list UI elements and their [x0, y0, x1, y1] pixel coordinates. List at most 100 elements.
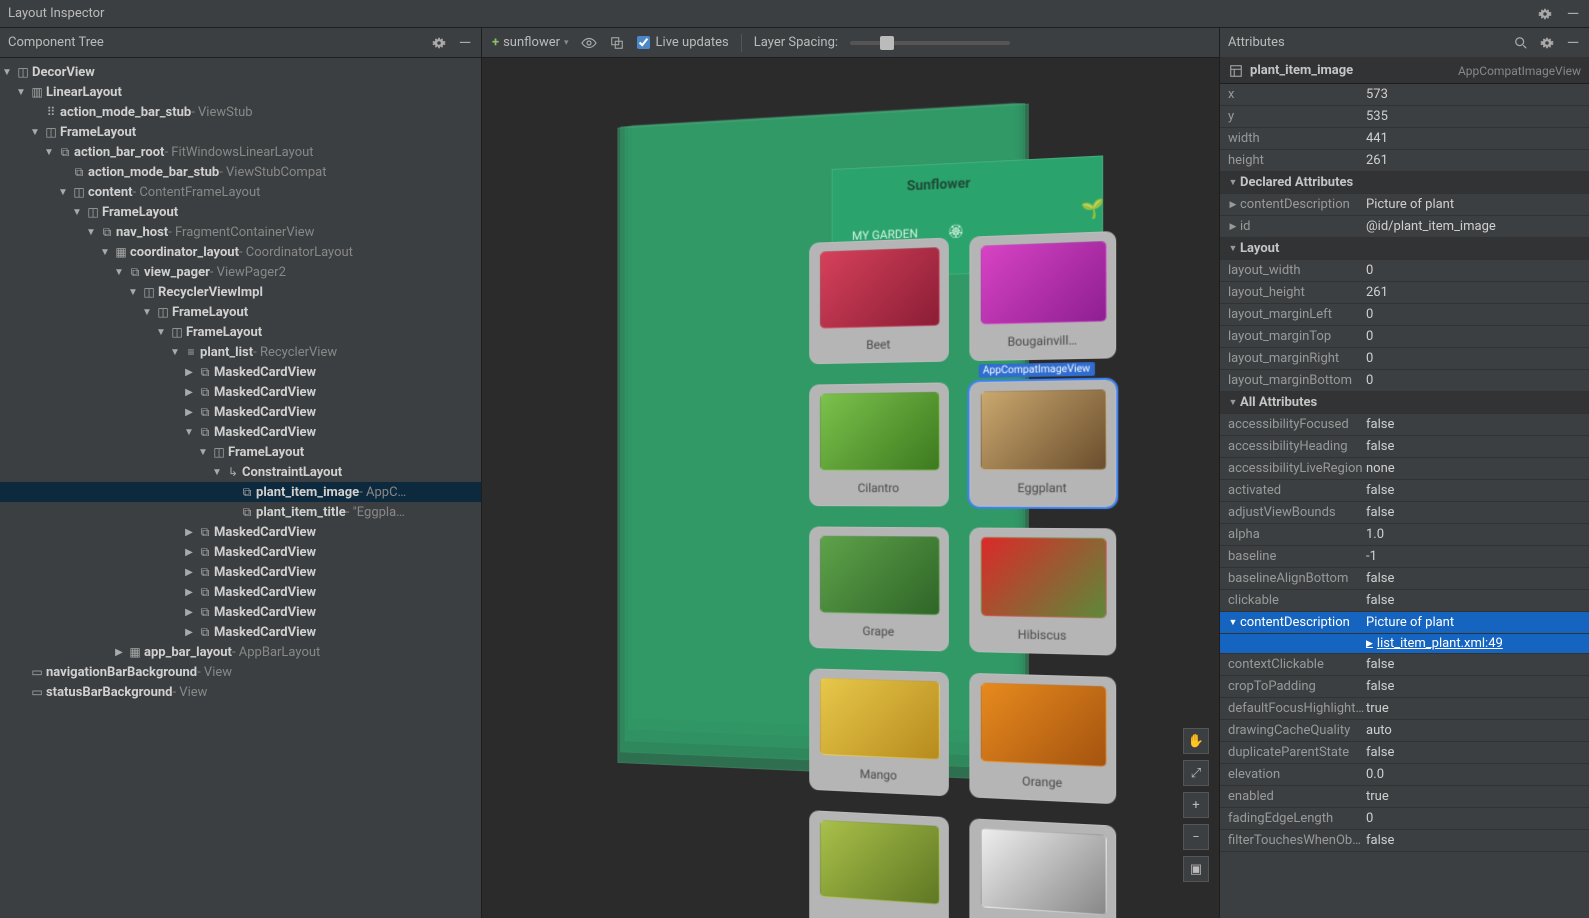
component-tree[interactable]: ▼◫DecorView▼▥LinearLayout⠿action_mode_ba…: [0, 58, 481, 918]
attr-row[interactable]: layout_height261: [1220, 282, 1589, 304]
tree-row[interactable]: ▼≡plant_list - RecyclerView: [0, 342, 481, 362]
minimize-icon[interactable]: —: [1565, 6, 1581, 22]
tree-row[interactable]: ▼◫FrameLayout: [0, 202, 481, 222]
expand-arrow-icon[interactable]: ▼: [168, 347, 182, 358]
tree-row[interactable]: ▶⧉MaskedCardView: [0, 622, 481, 642]
plant-card[interactable]: Bougainvill…: [969, 231, 1116, 361]
tree-row[interactable]: ▼◫FrameLayout: [0, 302, 481, 322]
tree-row[interactable]: ▶⧉MaskedCardView: [0, 542, 481, 562]
expand-arrow-icon[interactable]: ▼: [0, 67, 14, 78]
gear-icon[interactable]: [431, 35, 447, 51]
gear-icon[interactable]: [1539, 35, 1555, 51]
expand-arrow-icon[interactable]: ▼: [14, 87, 28, 98]
pan-tool[interactable]: ✋: [1183, 728, 1209, 754]
minimize-icon[interactable]: —: [457, 35, 473, 51]
attr-row[interactable]: layout_marginTop0: [1220, 326, 1589, 348]
expand-arrow-icon[interactable]: ▶: [182, 547, 196, 558]
expand-arrow-icon[interactable]: ▼: [210, 467, 224, 478]
expand-arrow-icon[interactable]: ▼: [84, 227, 98, 238]
expand-arrow-icon[interactable]: ▶: [182, 407, 196, 418]
expand-arrow-icon[interactable]: ▶: [182, 527, 196, 538]
tree-row[interactable]: ▼⧉nav_host - FragmentContainerView: [0, 222, 481, 242]
expand-arrow-icon[interactable]: ▼: [182, 427, 196, 438]
attr-row[interactable]: y535: [1220, 106, 1589, 128]
tree-row[interactable]: ▼↳ConstraintLayout: [0, 462, 481, 482]
attr-section[interactable]: ▼Declared Attributes: [1220, 172, 1589, 194]
overlay-icon[interactable]: [609, 35, 625, 51]
expand-arrow-icon[interactable]: ▼: [28, 127, 42, 138]
tree-row[interactable]: ▶⧉MaskedCardView: [0, 562, 481, 582]
tree-row[interactable]: ▶▦app_bar_layout - AppBarLayout: [0, 642, 481, 662]
attr-section[interactable]: ▼Layout: [1220, 238, 1589, 260]
tree-row[interactable]: ▶⧉MaskedCardView: [0, 602, 481, 622]
tree-row[interactable]: ▶⧉MaskedCardView: [0, 382, 481, 402]
expand-arrow-icon[interactable]: ▶: [182, 627, 196, 638]
plant-card[interactable]: Mango: [809, 668, 949, 796]
attr-row[interactable]: defaultFocusHighlight…true: [1220, 698, 1589, 720]
plant-card[interactable]: Beet: [809, 237, 949, 364]
plant-card[interactable]: EggplantAppCompatImageView: [969, 380, 1116, 507]
plant-card[interactable]: Hibiscus: [969, 527, 1116, 655]
attr-row[interactable]: duplicateParentStatefalse: [1220, 742, 1589, 764]
attr-row[interactable]: layout_marginBottom0: [1220, 370, 1589, 392]
tree-row[interactable]: ▼▥LinearLayout: [0, 82, 481, 102]
attr-row[interactable]: ▶id@id/plant_item_image: [1220, 216, 1589, 238]
attr-row[interactable]: clickablefalse: [1220, 590, 1589, 612]
chevron-down-icon[interactable]: ▼: [1228, 617, 1238, 628]
attr-row[interactable]: ▼contentDescriptionPicture of plant: [1220, 612, 1589, 634]
expand-arrow-icon[interactable]: ▼: [42, 147, 56, 158]
tree-row[interactable]: ▼◫DecorView: [0, 62, 481, 82]
expand-arrow-icon[interactable]: ▼: [98, 247, 112, 258]
expand-arrow-icon[interactable]: ▼: [112, 267, 126, 278]
attr-row[interactable]: filterTouchesWhenOb…false: [1220, 830, 1589, 852]
tree-row[interactable]: ▼⧉view_pager - ViewPager2: [0, 262, 481, 282]
attr-source-link[interactable]: ▶list_item_plant.xml:49: [1220, 634, 1589, 654]
tree-row[interactable]: ⧉action_mode_bar_stub - ViewStubCompat: [0, 162, 481, 182]
gear-icon[interactable]: [1537, 6, 1553, 22]
attr-row[interactable]: height261: [1220, 150, 1589, 172]
expand-arrow-icon[interactable]: ▶: [182, 587, 196, 598]
attr-row[interactable]: baseline-1: [1220, 546, 1589, 568]
plant-card[interactable]: Orange: [969, 673, 1116, 805]
search-icon[interactable]: [1513, 35, 1529, 51]
attr-section[interactable]: ▼All Attributes: [1220, 392, 1589, 414]
attr-row[interactable]: layout_width0: [1220, 260, 1589, 282]
attr-row[interactable]: drawingCacheQualityauto: [1220, 720, 1589, 742]
attr-row[interactable]: ▶contentDescriptionPicture of plant: [1220, 194, 1589, 216]
tree-row[interactable]: ▼◫FrameLayout: [0, 322, 481, 342]
layer-spacing-slider[interactable]: [850, 41, 1010, 45]
expand-arrow-icon[interactable]: ▶: [182, 387, 196, 398]
process-picker[interactable]: + sunflower ▾: [492, 35, 569, 50]
tree-row[interactable]: ▼▦coordinator_layout - CoordinatorLayout: [0, 242, 481, 262]
expand-arrow-icon[interactable]: ▼: [70, 207, 84, 218]
attr-row[interactable]: cropToPaddingfalse: [1220, 676, 1589, 698]
tree-row[interactable]: ▼◫FrameLayout: [0, 442, 481, 462]
zoom-out-button[interactable]: −: [1183, 824, 1209, 850]
tree-row[interactable]: ▼◫RecyclerViewImpl: [0, 282, 481, 302]
plant-card[interactable]: Cilantro: [809, 382, 949, 506]
zoom-fit-button[interactable]: ▣: [1183, 856, 1209, 882]
tree-row[interactable]: ▼◫FrameLayout: [0, 122, 481, 142]
tree-row[interactable]: ▶⧉MaskedCardView: [0, 522, 481, 542]
expand-arrow-icon[interactable]: ▼: [154, 327, 168, 338]
preview-viewport[interactable]: Sunflower MY GARDEN 🏵 🌱 BeetBougainvill……: [482, 58, 1219, 918]
attr-row[interactable]: fadingEdgeLength0: [1220, 808, 1589, 830]
attr-row[interactable]: layout_marginLeft0: [1220, 304, 1589, 326]
attr-row[interactable]: adjustViewBoundsfalse: [1220, 502, 1589, 524]
expand-arrow-icon[interactable]: ▶: [182, 607, 196, 618]
attributes-list[interactable]: x573y535width441height261▼Declared Attri…: [1220, 84, 1589, 918]
attr-row[interactable]: alpha1.0: [1220, 524, 1589, 546]
tree-row[interactable]: ▼⧉action_bar_root - FitWindowsLinearLayo…: [0, 142, 481, 162]
attr-row[interactable]: contextClickablefalse: [1220, 654, 1589, 676]
snapshot-tool[interactable]: ⤢: [1183, 760, 1209, 786]
attr-row[interactable]: elevation0.0: [1220, 764, 1589, 786]
expand-arrow-icon[interactable]: ▶: [182, 567, 196, 578]
plant-card[interactable]: Grape: [809, 526, 949, 651]
expand-arrow-icon[interactable]: ▼: [140, 307, 154, 318]
chevron-right-icon[interactable]: ▶: [1228, 222, 1238, 232]
attr-row[interactable]: accessibilityHeadingfalse: [1220, 436, 1589, 458]
attr-row[interactable]: accessibilityLiveRegionnone: [1220, 458, 1589, 480]
plant-card[interactable]: [809, 810, 949, 918]
tree-row[interactable]: ▼◫content - ContentFrameLayout: [0, 182, 481, 202]
tree-row[interactable]: ▭navigationBarBackground - View: [0, 662, 481, 682]
